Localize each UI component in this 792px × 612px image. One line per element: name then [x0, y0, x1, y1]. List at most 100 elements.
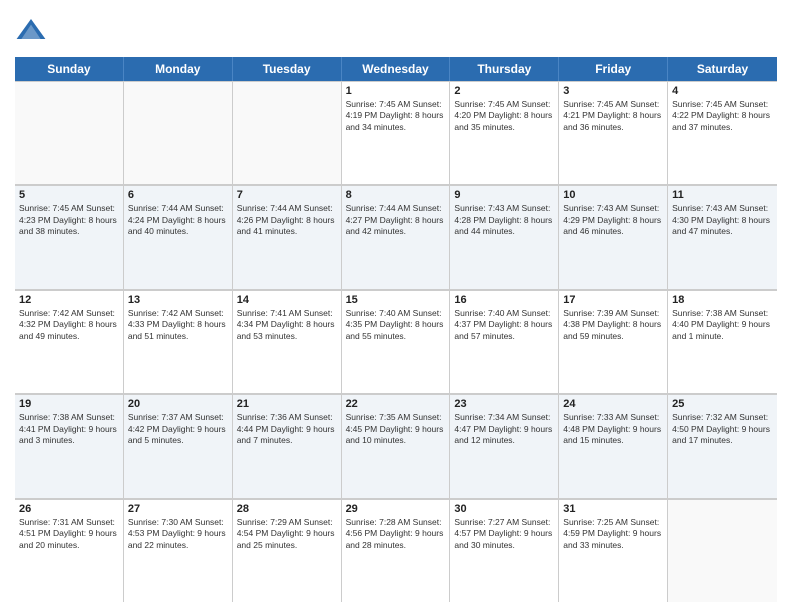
- header-day-friday: Friday: [559, 57, 668, 81]
- day-number: 4: [672, 85, 773, 97]
- day-number: 31: [563, 503, 663, 515]
- day-number: 13: [128, 294, 228, 306]
- day-number: 28: [237, 503, 337, 515]
- day-number: 17: [563, 294, 663, 306]
- calendar-cell-4-6: [668, 499, 777, 602]
- calendar-row-0: 1Sunrise: 7:45 AM Sunset: 4:19 PM Daylig…: [15, 81, 777, 185]
- day-number: 29: [346, 503, 446, 515]
- calendar-cell-1-1: 6 Sunrise: 7:44 AM Sunset: 4:24 PM Daylig…: [124, 185, 233, 288]
- calendar-cell-0-5: 3 Sunrise: 7:45 AM Sunset: 4:21 PM Daylig…: [559, 81, 668, 184]
- calendar-cell-0-1: [124, 81, 233, 184]
- calendar-cell-2-3: 15Sunrise: 7:40 AM Sunset: 4:35 PM Dayli…: [342, 290, 451, 393]
- calendar-row-1: 5 Sunrise: 7:45 AM Sunset: 4:23 PM Daylig…: [15, 185, 777, 289]
- cell-info-text: Sunrise: 7:43 AM Sunset: 4:28 PM Dayligh…: [454, 203, 554, 237]
- calendar-cell-2-2: 14 Sunrise: 7:41 AM Sunset: 4:34 PM Dayli…: [233, 290, 342, 393]
- cell-info-text: Sunrise: 7:35 AM Sunset: 4:45 PM Dayligh…: [346, 412, 446, 446]
- day-number: 1: [346, 85, 446, 97]
- calendar-cell-1-3: 8 Sunrise: 7:44 AM Sunset: 4:27 PM Daylig…: [342, 185, 451, 288]
- cell-info-text: Sunrise: 7:34 AM Sunset: 4:47 PM Dayligh…: [454, 412, 554, 446]
- cell-info-text: Sunrise: 7:45 AM Sunset: 4:23 PM Dayligh…: [19, 203, 119, 237]
- calendar-cell-3-5: 24Sunrise: 7:33 AM Sunset: 4:48 PM Dayli…: [559, 394, 668, 497]
- cell-info-text: Sunrise: 7:43 AM Sunset: 4:29 PM Dayligh…: [563, 203, 663, 237]
- page: SundayMondayTuesdayWednesdayThursdayFrid…: [0, 0, 792, 612]
- calendar-header-row: SundayMondayTuesdayWednesdayThursdayFrid…: [15, 57, 777, 81]
- day-number: 24: [563, 398, 663, 410]
- day-number: 12: [19, 294, 119, 306]
- cell-info-text: Sunrise: 7:30 AM Sunset: 4:53 PM Dayligh…: [128, 517, 228, 551]
- day-number: 2: [454, 85, 554, 97]
- day-number: 22: [346, 398, 446, 410]
- logo: [15, 15, 51, 47]
- day-number: 8: [346, 189, 446, 201]
- logo-icon: [15, 15, 47, 47]
- cell-info-text: Sunrise: 7:28 AM Sunset: 4:56 PM Dayligh…: [346, 517, 446, 551]
- calendar-row-4: 26Sunrise: 7:31 AM Sunset: 4:51 PM Dayli…: [15, 499, 777, 602]
- header: [15, 15, 777, 47]
- cell-info-text: Sunrise: 7:44 AM Sunset: 4:27 PM Dayligh…: [346, 203, 446, 237]
- cell-info-text: Sunrise: 7:42 AM Sunset: 4:33 PM Dayligh…: [128, 308, 228, 342]
- day-number: 19: [19, 398, 119, 410]
- calendar-body: 1Sunrise: 7:45 AM Sunset: 4:19 PM Daylig…: [15, 81, 777, 602]
- calendar-row-3: 19 Sunrise: 7:38 AM Sunset: 4:41 PM Dayli…: [15, 394, 777, 498]
- header-day-monday: Monday: [124, 57, 233, 81]
- calendar-cell-4-5: 31 Sunrise: 7:25 AM Sunset: 4:59 PM Dayli…: [559, 499, 668, 602]
- day-number: 14: [237, 294, 337, 306]
- day-number: 9: [454, 189, 554, 201]
- calendar-cell-2-6: 18Sunrise: 7:38 AM Sunset: 4:40 PM Dayli…: [668, 290, 777, 393]
- calendar-row-2: 12 Sunrise: 7:42 AM Sunset: 4:32 PM Dayli…: [15, 290, 777, 394]
- day-number: 6: [128, 189, 228, 201]
- calendar-cell-0-0: [15, 81, 124, 184]
- cell-info-text: Sunrise: 7:41 AM Sunset: 4:34 PM Dayligh…: [237, 308, 337, 342]
- calendar-cell-1-4: 9 Sunrise: 7:43 AM Sunset: 4:28 PM Daylig…: [450, 185, 559, 288]
- calendar-cell-0-3: 1Sunrise: 7:45 AM Sunset: 4:19 PM Daylig…: [342, 81, 451, 184]
- day-number: 20: [128, 398, 228, 410]
- cell-info-text: Sunrise: 7:27 AM Sunset: 4:57 PM Dayligh…: [454, 517, 554, 551]
- calendar-cell-4-4: 30 Sunrise: 7:27 AM Sunset: 4:57 PM Dayli…: [450, 499, 559, 602]
- calendar-cell-1-5: 10 Sunrise: 7:43 AM Sunset: 4:29 PM Dayli…: [559, 185, 668, 288]
- day-number: 26: [19, 503, 119, 515]
- day-number: 21: [237, 398, 337, 410]
- cell-info-text: Sunrise: 7:36 AM Sunset: 4:44 PM Dayligh…: [237, 412, 337, 446]
- cell-info-text: Sunrise: 7:45 AM Sunset: 4:20 PM Dayligh…: [454, 99, 554, 133]
- calendar-cell-2-1: 13 Sunrise: 7:42 AM Sunset: 4:33 PM Dayli…: [124, 290, 233, 393]
- cell-info-text: Sunrise: 7:42 AM Sunset: 4:32 PM Dayligh…: [19, 308, 119, 342]
- cell-info-text: Sunrise: 7:44 AM Sunset: 4:24 PM Dayligh…: [128, 203, 228, 237]
- calendar-cell-4-2: 28Sunrise: 7:29 AM Sunset: 4:54 PM Dayli…: [233, 499, 342, 602]
- header-day-thursday: Thursday: [450, 57, 559, 81]
- calendar-cell-0-2: [233, 81, 342, 184]
- day-number: 11: [672, 189, 773, 201]
- calendar-cell-3-4: 23 Sunrise: 7:34 AM Sunset: 4:47 PM Dayli…: [450, 394, 559, 497]
- calendar-cell-4-1: 27 Sunrise: 7:30 AM Sunset: 4:53 PM Dayli…: [124, 499, 233, 602]
- cell-info-text: Sunrise: 7:44 AM Sunset: 4:26 PM Dayligh…: [237, 203, 337, 237]
- header-day-sunday: Sunday: [15, 57, 124, 81]
- day-number: 10: [563, 189, 663, 201]
- calendar-cell-3-2: 21 Sunrise: 7:36 AM Sunset: 4:44 PM Dayli…: [233, 394, 342, 497]
- cell-info-text: Sunrise: 7:40 AM Sunset: 4:35 PM Dayligh…: [346, 308, 446, 342]
- cell-info-text: Sunrise: 7:39 AM Sunset: 4:38 PM Dayligh…: [563, 308, 663, 342]
- cell-info-text: Sunrise: 7:45 AM Sunset: 4:21 PM Dayligh…: [563, 99, 663, 133]
- day-number: 18: [672, 294, 773, 306]
- calendar-cell-4-3: 29 Sunrise: 7:28 AM Sunset: 4:56 PM Dayli…: [342, 499, 451, 602]
- cell-info-text: Sunrise: 7:43 AM Sunset: 4:30 PM Dayligh…: [672, 203, 773, 237]
- cell-info-text: Sunrise: 7:38 AM Sunset: 4:41 PM Dayligh…: [19, 412, 119, 446]
- cell-info-text: Sunrise: 7:25 AM Sunset: 4:59 PM Dayligh…: [563, 517, 663, 551]
- day-number: 25: [672, 398, 773, 410]
- day-number: 23: [454, 398, 554, 410]
- calendar-cell-3-3: 22 Sunrise: 7:35 AM Sunset: 4:45 PM Dayli…: [342, 394, 451, 497]
- day-number: 7: [237, 189, 337, 201]
- calendar: SundayMondayTuesdayWednesdayThursdayFrid…: [15, 57, 777, 602]
- cell-info-text: Sunrise: 7:37 AM Sunset: 4:42 PM Dayligh…: [128, 412, 228, 446]
- calendar-cell-3-1: 20 Sunrise: 7:37 AM Sunset: 4:42 PM Dayli…: [124, 394, 233, 497]
- cell-info-text: Sunrise: 7:32 AM Sunset: 4:50 PM Dayligh…: [672, 412, 773, 446]
- day-number: 27: [128, 503, 228, 515]
- calendar-cell-0-6: 4 Sunrise: 7:45 AM Sunset: 4:22 PM Daylig…: [668, 81, 777, 184]
- calendar-cell-3-0: 19 Sunrise: 7:38 AM Sunset: 4:41 PM Dayli…: [15, 394, 124, 497]
- header-day-saturday: Saturday: [668, 57, 777, 81]
- day-number: 3: [563, 85, 663, 97]
- cell-info-text: Sunrise: 7:45 AM Sunset: 4:22 PM Dayligh…: [672, 99, 773, 133]
- day-number: 5: [19, 189, 119, 201]
- day-number: 30: [454, 503, 554, 515]
- calendar-cell-1-6: 11 Sunrise: 7:43 AM Sunset: 4:30 PM Dayli…: [668, 185, 777, 288]
- header-day-wednesday: Wednesday: [342, 57, 451, 81]
- calendar-cell-0-4: 2 Sunrise: 7:45 AM Sunset: 4:20 PM Daylig…: [450, 81, 559, 184]
